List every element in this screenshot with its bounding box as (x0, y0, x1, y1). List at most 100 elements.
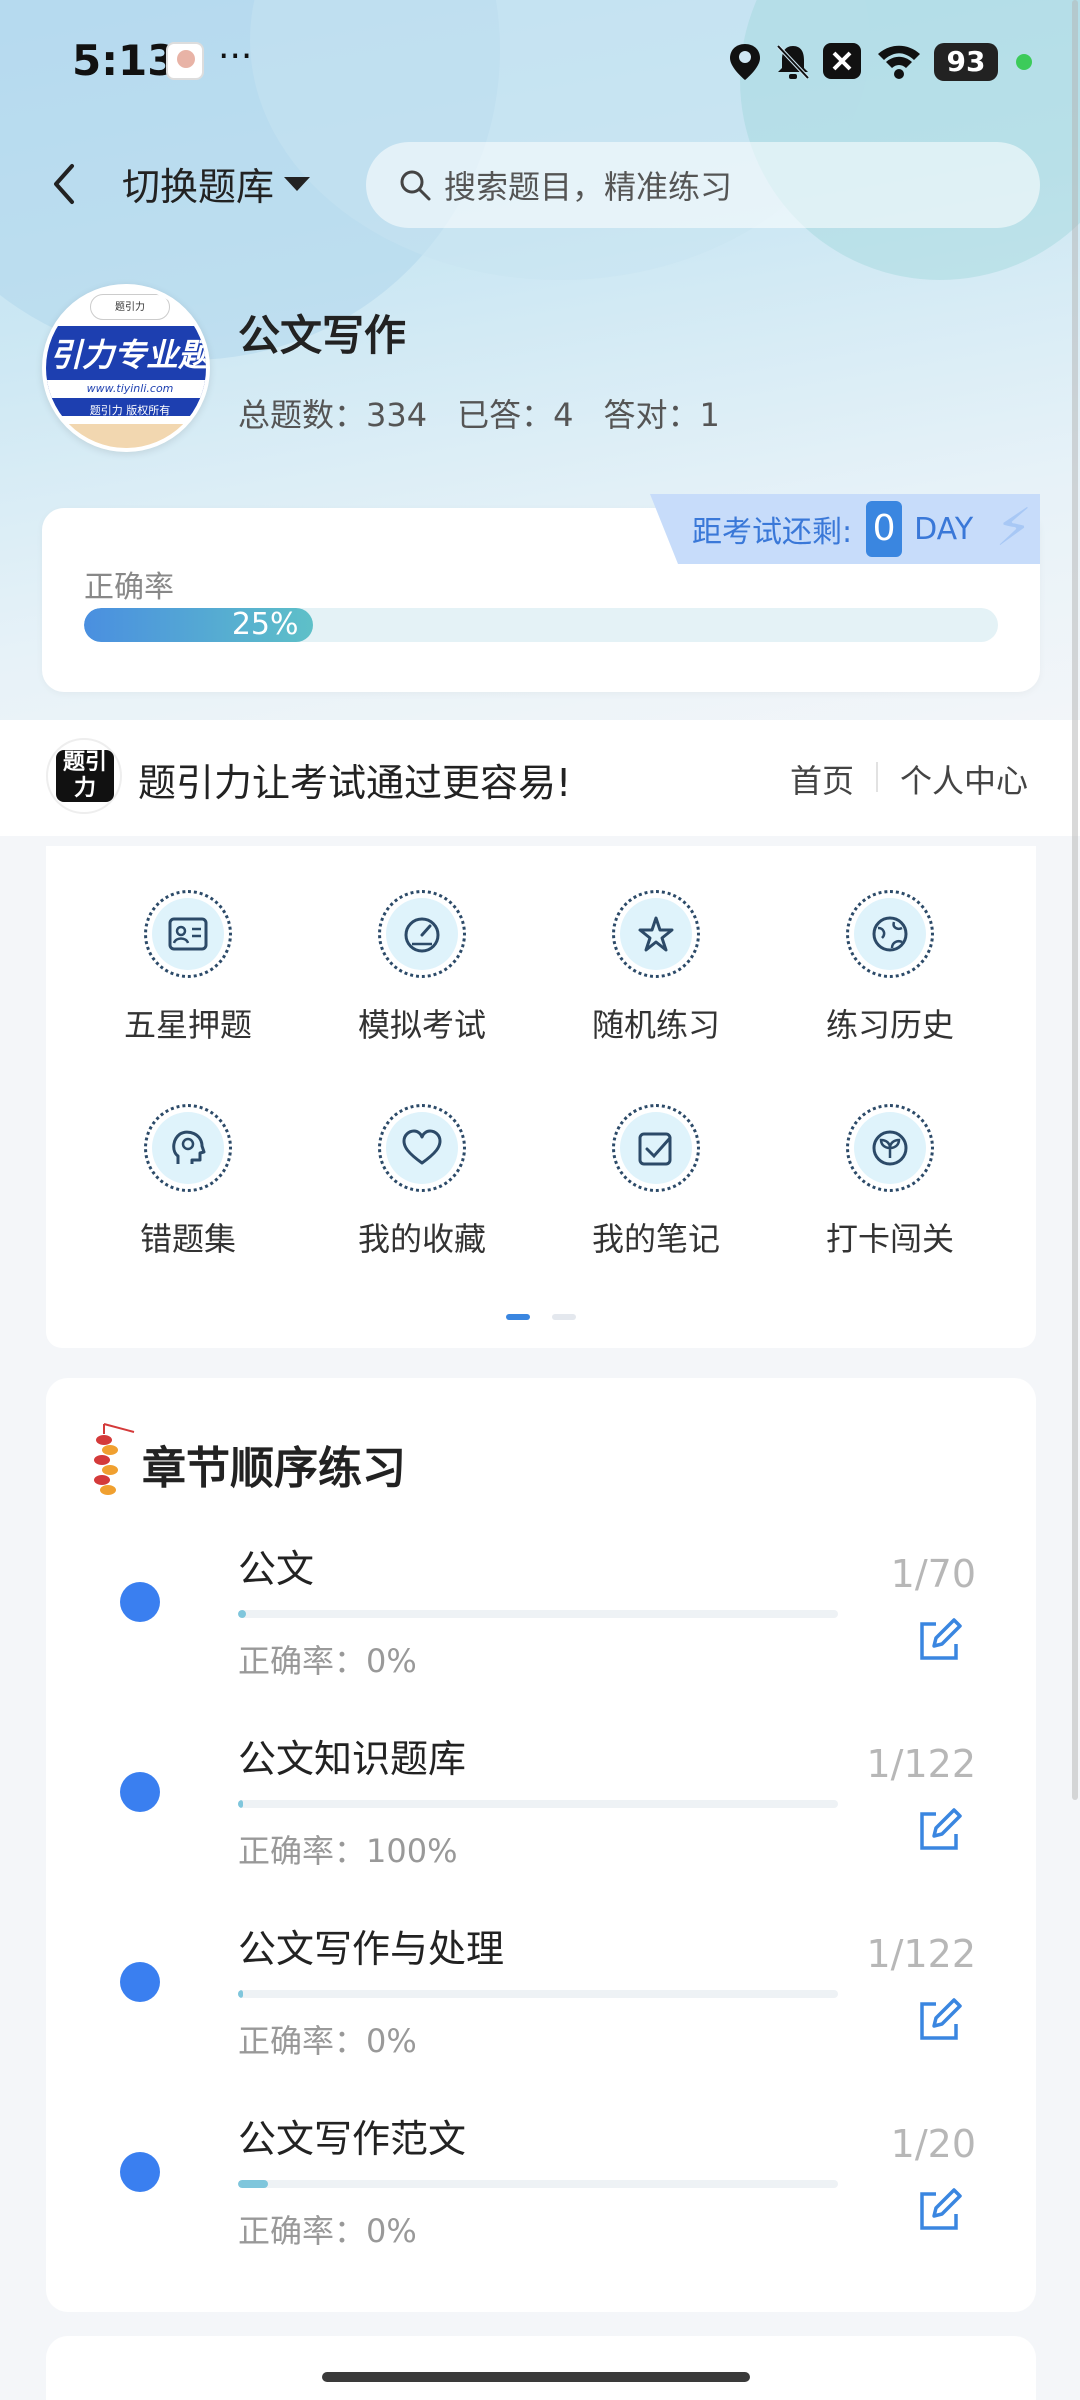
chapter-name: 公文写作范文 (238, 2117, 467, 2161)
chapter-accuracy: 正确率：100% (238, 1832, 458, 1870)
search-placeholder: 搜索题目，精准练习 (444, 168, 733, 206)
feature-random-practice[interactable]: 随机练习 (556, 890, 756, 1046)
answered-count: 已答：4 (457, 396, 574, 434)
edit-icon[interactable] (916, 1618, 962, 1664)
feature-wrong-questions[interactable]: 错题集 (88, 1104, 288, 1260)
sprout-icon (854, 1112, 926, 1184)
id-card-icon (152, 898, 224, 970)
speedometer-icon (386, 898, 458, 970)
logo-url: www.tiyinli.com (46, 380, 206, 398)
pager-dot-active (506, 1314, 530, 1320)
chapter-name: 公文 (238, 1547, 315, 1591)
tiyinli-logo-text: 题引力 (56, 750, 114, 802)
feature-label: 打卡闯关 (825, 1220, 954, 1258)
heart-icon (386, 1112, 458, 1184)
checkbox-icon (620, 1112, 692, 1184)
logo-top-tag: 题引力 (90, 294, 170, 320)
feature-check-in[interactable]: 打卡闯关 (790, 1104, 990, 1260)
app-notification-icon (823, 43, 861, 79)
feature-five-star[interactable]: 五星押题 (88, 890, 288, 1046)
bank-title: 公文写作 (238, 311, 407, 360)
pager-dot (552, 1314, 576, 1320)
search-icon (400, 170, 431, 201)
slogan-text: 题引力让考试通过更容易! (138, 761, 572, 805)
tiyinli-logo-icon: 题引力 (46, 738, 122, 814)
chapter-progress-fill (238, 1610, 247, 1618)
location-icon (730, 44, 760, 80)
accuracy-label: 正确率 (84, 570, 174, 605)
chapter-row[interactable]: 公文写作与处理 正确率：0% 1/122 (46, 1918, 1036, 2078)
nav-personal-center-link[interactable]: 个人中心 (900, 756, 1028, 802)
feature-notes[interactable]: 我的笔记 (556, 1104, 756, 1260)
exam-countdown-label: 距考试还剩: (692, 515, 853, 550)
chapter-bullet (120, 2152, 160, 2192)
chapter-row[interactable]: 公文写作范文 正确率：0% 1/20 (46, 2108, 1036, 2268)
chapter-progress-bar (238, 1800, 838, 1808)
chapter-accuracy: 正确率：0% (238, 2022, 417, 2060)
battery-indicator: 93 (934, 43, 998, 81)
notification-avatar-icon (166, 42, 204, 80)
total-count: 总题数：334 (238, 396, 428, 434)
chapter-row[interactable]: 公文 正确率：0% 1/70 (46, 1538, 1036, 1698)
accuracy-progress-bar: 25% (84, 608, 998, 642)
chapter-bullet (120, 1962, 160, 2002)
feature-label: 错题集 (139, 1220, 236, 1258)
chapter-progress-bar (238, 1610, 838, 1618)
edit-icon[interactable] (916, 2188, 962, 2234)
chapter-name: 公文知识题库 (238, 1737, 467, 1781)
exam-countdown-tag: 距考试还剩: 0 DAY ⚡ (650, 494, 1040, 564)
chapter-progress-text: 1/20 (890, 2122, 976, 2166)
more-notifications-icon: ··· (218, 36, 253, 77)
scrollbar[interactable] (1072, 0, 1078, 1800)
chapter-section-title: 章节顺序练习 (142, 1443, 406, 1494)
chapter-progress-bar (238, 1990, 838, 1998)
home-indicator[interactable] (322, 2372, 750, 2382)
logo-copyright: 题引力 版权所有 (89, 404, 171, 417)
back-arrow-icon[interactable] (40, 154, 90, 214)
feature-label: 练习历史 (825, 1006, 954, 1044)
feature-label: 随机练习 (591, 1006, 720, 1044)
mute-bell-icon (776, 44, 810, 80)
nav-divider (876, 762, 878, 792)
chapter-progress-text: 1/122 (866, 1742, 976, 1786)
shuffle-star-icon (620, 898, 692, 970)
chapter-accuracy: 正确率：0% (238, 1642, 417, 1680)
globe-icon (854, 898, 926, 970)
caret-down-icon (284, 176, 311, 191)
chapter-progress-bar (238, 2180, 838, 2188)
lightning-icon: ⚡ (995, 498, 1032, 558)
switch-bank-button[interactable]: 切换题库 (122, 156, 311, 211)
bank-stats: 总题数：334 已答：4 答对：1 (238, 390, 720, 436)
edit-icon[interactable] (916, 1808, 962, 1854)
exam-countdown-unit: DAY (914, 511, 974, 547)
chapter-progress-fill (238, 1990, 243, 1998)
accuracy-progress-fill: 25% (84, 608, 313, 642)
correct-count: 答对：1 (603, 396, 720, 434)
status-bar: 5:13 ··· 93 (0, 0, 1080, 120)
feature-label: 模拟考试 (357, 1006, 486, 1044)
exam-countdown-days: 0 (866, 501, 903, 557)
chapter-row[interactable]: 公文知识题库 正确率：100% 1/122 (46, 1728, 1036, 1888)
chapter-accuracy: 正确率：0% (238, 2212, 417, 2250)
head-icon (152, 1112, 224, 1184)
chapter-progress-fill (238, 2180, 268, 2188)
search-input[interactable]: 搜索题目，精准练习 (366, 142, 1040, 228)
accuracy-percent: 25% (231, 608, 299, 642)
privacy-indicator-dot (1016, 54, 1032, 70)
next-section-card (46, 2336, 1036, 2400)
chapter-bullet (120, 1582, 160, 1622)
edit-icon[interactable] (916, 1998, 962, 2044)
feature-label: 五星押题 (123, 1006, 252, 1044)
feature-practice-history[interactable]: 练习历史 (790, 890, 990, 1046)
chapter-progress-text: 1/122 (866, 1932, 976, 1976)
chapter-progress-text: 1/70 (890, 1552, 976, 1596)
wifi-icon (878, 45, 920, 79)
feature-mock-exam[interactable]: 模拟考试 (322, 890, 522, 1046)
status-time: 5:13 (72, 36, 177, 85)
chapter-name: 公文写作与处理 (238, 1927, 505, 1971)
switch-bank-label: 切换题库 (122, 165, 275, 209)
firecracker-icon (94, 1423, 135, 1495)
question-bank-logo: 题引力 引力专业题 www.tiyinli.com 题引力 版权所有 (42, 284, 210, 452)
nav-home-link[interactable]: 首页 (790, 756, 854, 802)
feature-favorites[interactable]: 我的收藏 (322, 1104, 522, 1260)
